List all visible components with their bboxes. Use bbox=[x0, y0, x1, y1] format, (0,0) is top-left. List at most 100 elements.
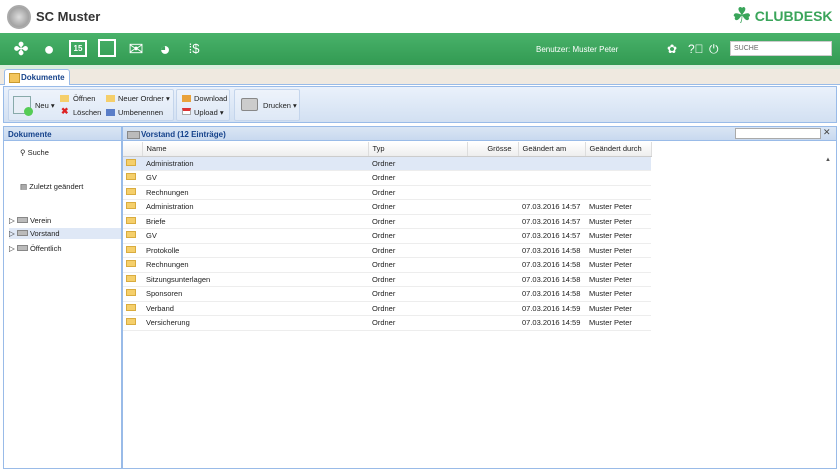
folder-icon bbox=[123, 185, 142, 200]
clover-logo-icon: ☘ bbox=[732, 3, 752, 28]
documents-icon[interactable] bbox=[96, 38, 118, 71]
tree-item-vorstand[interactable]: ▷ Vorstand bbox=[9, 228, 121, 239]
new-button[interactable]: Neu ▾ bbox=[35, 101, 55, 110]
printer-icon bbox=[241, 98, 258, 111]
table-row[interactable]: Rechnungen Ordner bbox=[123, 185, 651, 200]
cell-name: GV bbox=[142, 228, 368, 244]
table-row[interactable]: Protokolle Ordner 07.03.2016 14:58 Muster P… bbox=[123, 243, 651, 258]
cell-modified: 07.03.2016 14:58 bbox=[518, 257, 585, 273]
cell-modified: 07.03.2016 14:57 bbox=[518, 228, 585, 244]
tree-item-oeffentlich[interactable]: ▷ Öffentlich bbox=[9, 244, 121, 253]
upload-button[interactable]: Upload ▾ bbox=[194, 108, 224, 117]
main-nav: ✤ ● 15 ✉ ◕ ⁞$ Benutzer: Muster Peter ✿ ?… bbox=[0, 33, 840, 71]
cell-type: Ordner bbox=[368, 243, 467, 258]
table-row[interactable]: Administration Ordner bbox=[123, 156, 651, 171]
header bbox=[0, 0, 840, 33]
cell-name: GV bbox=[142, 170, 368, 186]
clover-icon[interactable]: ✤ bbox=[10, 38, 32, 60]
calendar-day: 15 bbox=[69, 40, 87, 57]
tree-item-verein[interactable]: ▷ Verein bbox=[9, 216, 121, 225]
close-icon[interactable]: ✕ bbox=[823, 127, 831, 138]
cell-modified bbox=[518, 156, 585, 171]
delete-button[interactable]: Löschen bbox=[73, 108, 101, 117]
global-search-input[interactable]: SUCHE bbox=[730, 41, 832, 56]
download-button[interactable]: Download bbox=[194, 94, 227, 103]
finance-icon[interactable]: ⁞$ bbox=[183, 38, 205, 60]
scrollbar[interactable]: ▲ bbox=[825, 157, 835, 467]
grid-search-input[interactable] bbox=[735, 128, 821, 139]
cell-type: Ordner bbox=[368, 185, 467, 200]
drive-icon bbox=[16, 245, 28, 251]
folder-icon bbox=[123, 257, 142, 273]
toolbar: Neu ▾ Öffnen ✖ Löschen Neuer Ordner ▾ Um… bbox=[3, 86, 837, 123]
calendar-icon[interactable]: 15 bbox=[67, 38, 89, 60]
user-icon[interactable]: ● bbox=[38, 38, 60, 60]
rename-button[interactable]: Umbenennen bbox=[118, 108, 163, 117]
cell-modified: 07.03.2016 14:59 bbox=[518, 315, 585, 331]
club-logo bbox=[7, 5, 31, 29]
grid-title: Vorstand (12 Einträge) bbox=[123, 127, 836, 141]
cell-size bbox=[467, 170, 518, 186]
delete-icon: ✖ bbox=[61, 106, 69, 116]
cell-type: Ordner bbox=[368, 170, 467, 186]
cell-modified-by: Muster Peter bbox=[585, 286, 651, 302]
cell-name: Sitzungsunterlagen bbox=[142, 272, 368, 287]
cell-modified-by: Muster Peter bbox=[585, 214, 651, 229]
new-folder-button[interactable]: Neuer Ordner ▾ bbox=[118, 94, 170, 103]
cell-modified bbox=[518, 170, 585, 186]
recent-icon: ▤ bbox=[20, 182, 28, 191]
cell-type: Ordner bbox=[368, 214, 467, 229]
search-icon: ⚲ bbox=[20, 148, 26, 157]
cell-type: Ordner bbox=[368, 228, 467, 244]
cell-name: Rechnungen bbox=[142, 257, 368, 273]
col-type[interactable]: Typ bbox=[368, 142, 468, 157]
cell-type: Ordner bbox=[368, 199, 467, 215]
power-icon[interactable]: ⏻ bbox=[709, 42, 719, 57]
cell-name: Rechnungen bbox=[142, 185, 368, 200]
cell-modified bbox=[518, 185, 585, 200]
gear-icon[interactable]: ✿ bbox=[667, 42, 677, 56]
cell-size bbox=[467, 228, 518, 244]
user-label: Benutzer: Muster Peter bbox=[536, 45, 619, 54]
folder-icon bbox=[123, 301, 142, 316]
cell-size bbox=[467, 301, 518, 316]
table-row[interactable]: Versicherung Ordner 07.03.2016 14:59 Muster… bbox=[123, 315, 651, 331]
help-icon[interactable]: ?⃝ bbox=[688, 42, 704, 56]
table-row[interactable]: Sitzungsunterlagen Ordner 07.03.2016 14:58… bbox=[123, 272, 651, 287]
cell-size bbox=[467, 199, 518, 215]
table-row[interactable]: Verband Ordner 07.03.2016 14:59 Muster Pete… bbox=[123, 301, 651, 316]
open-button[interactable]: Öffnen bbox=[73, 94, 95, 103]
cell-modified-by bbox=[585, 170, 651, 186]
mail-icon[interactable]: ✉ bbox=[125, 38, 147, 60]
cell-type: Ordner bbox=[368, 257, 467, 273]
cell-modified-by: Muster Peter bbox=[585, 257, 651, 273]
tab-dokumente[interactable]: Dokumente bbox=[4, 69, 70, 85]
table-row[interactable]: GV Ordner 07.03.2016 14:57 Muster Peter bbox=[123, 228, 651, 244]
table-row[interactable]: Sponsoren Ordner 07.03.2016 14:58 Muster Pe… bbox=[123, 286, 651, 302]
cell-type: Ordner bbox=[368, 156, 467, 171]
file-table: Name Typ Grösse Geändert am Geändert dur… bbox=[123, 142, 652, 331]
globe-icon[interactable]: ◕ bbox=[154, 38, 176, 60]
print-button[interactable]: Drucken ▾ bbox=[263, 101, 297, 110]
folder-icon bbox=[123, 272, 142, 287]
recent-link[interactable]: ▤ Zuletzt geändert bbox=[20, 182, 83, 191]
table-row[interactable]: Briefe Ordner 07.03.2016 14:57 Muster Peter bbox=[123, 214, 651, 229]
table-row[interactable]: GV Ordner bbox=[123, 170, 651, 186]
drive-icon bbox=[16, 217, 28, 223]
table-row[interactable]: Rechnungen Ordner 07.03.2016 14:58 Muster P… bbox=[123, 257, 651, 273]
drive-icon bbox=[16, 230, 28, 236]
col-modified-by[interactable]: Geändert durch bbox=[585, 142, 652, 157]
upload-icon bbox=[182, 108, 191, 115]
col-name[interactable]: Name bbox=[142, 142, 369, 157]
brand-text: CLUBDESK bbox=[754, 8, 833, 24]
search-link[interactable]: ⚲ Suche bbox=[20, 148, 49, 157]
cell-modified: 07.03.2016 14:59 bbox=[518, 301, 585, 316]
col-size[interactable]: Grösse bbox=[467, 142, 519, 157]
new-folder-icon bbox=[106, 95, 115, 102]
table-row[interactable]: Administration Ordner 07.03.2016 14:57 Must… bbox=[123, 199, 651, 215]
tab-bar bbox=[0, 69, 840, 85]
cell-size bbox=[467, 257, 518, 273]
col-modified[interactable]: Geändert am bbox=[518, 142, 586, 157]
left-panel-title: Dokumente bbox=[4, 127, 121, 141]
cell-size bbox=[467, 185, 518, 200]
